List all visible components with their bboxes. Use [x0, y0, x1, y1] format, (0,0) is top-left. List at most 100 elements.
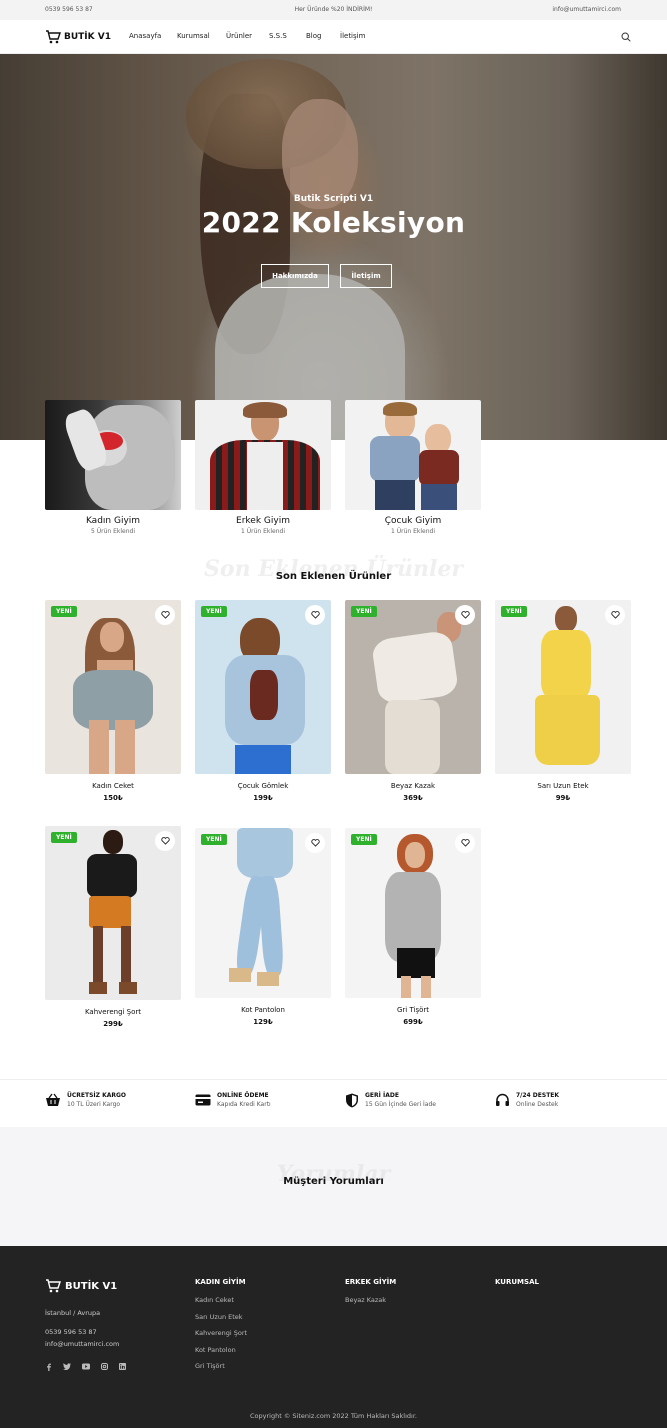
basket-icon: [46, 1093, 60, 1106]
product-name[interactable]: Çocuk Gömlek: [195, 782, 331, 790]
product-image: [45, 600, 181, 774]
search-icon[interactable]: [621, 32, 631, 42]
category-title: Erkek Giyim: [236, 516, 290, 526]
twitter-icon[interactable]: [63, 1363, 71, 1370]
headset-icon: [496, 1093, 509, 1106]
category-title: Kadın Giyim: [85, 516, 141, 526]
topbar-email[interactable]: info@umuttamirci.com: [552, 6, 621, 13]
footer-address: İstanbul / Avrupa: [45, 1309, 101, 1317]
new-badge: YENİ: [351, 606, 377, 617]
feature-title: ÜCRETSİZ KARGO: [67, 1092, 127, 1099]
product-name[interactable]: Kot Pantolon: [195, 1006, 331, 1014]
category-card-women[interactable]: Kadın Giyim 5 Ürün Eklendi: [45, 400, 181, 535]
shield-icon: [346, 1093, 358, 1107]
heart-icon: [460, 611, 470, 619]
cart-icon: [46, 30, 61, 44]
footer-link[interactable]: Kot Pantolon: [195, 1346, 247, 1354]
product-card[interactable]: YENİ Gri Tişört 699₺: [345, 828, 481, 1026]
heart-icon: [310, 839, 320, 847]
category-count: 5 Ürün Eklendi: [91, 528, 135, 535]
social-links: [45, 1363, 126, 1371]
category-count: 1 Ürün Eklendi: [391, 528, 435, 535]
hero-text: Butik Scripti V1 2022 Koleksiyon: [0, 194, 667, 239]
product-price: 369₺: [403, 794, 423, 802]
nav-products[interactable]: Ürünler: [226, 32, 269, 40]
category-card-kids[interactable]: Çocuk Giyim 1 Ürün Eklendi: [345, 400, 481, 535]
nav-corporate[interactable]: Kurumsal: [177, 32, 226, 40]
nav-contact[interactable]: İletişim: [340, 32, 365, 40]
feature-title: ONLİNE ÖDEME: [217, 1092, 269, 1099]
category-title: Çocuk Giyim: [384, 516, 442, 526]
heart-icon: [460, 839, 470, 847]
footer-email[interactable]: info@umuttamirci.com: [45, 1340, 119, 1348]
product-image: [45, 826, 181, 1000]
contact-button[interactable]: İletişim: [340, 264, 392, 288]
product-card[interactable]: YENİ Beyaz Kazak 369₺: [345, 600, 481, 802]
product-image: [495, 600, 631, 774]
category-count: 1 Ürün Eklendi: [241, 528, 285, 535]
footer-link[interactable]: Kahverengi Şort: [195, 1329, 247, 1337]
feature-item: 7/24 DESTEK Online Destek: [495, 1092, 559, 1108]
product-price: 150₺: [103, 794, 123, 802]
heart-icon: [610, 611, 620, 619]
product-card[interactable]: YENİ Çocuk Gömlek 199₺: [195, 600, 331, 802]
product-name[interactable]: Beyaz Kazak: [345, 782, 481, 790]
favorite-button[interactable]: [455, 605, 475, 625]
favorite-button[interactable]: [455, 833, 475, 853]
nav-home[interactable]: Anasayfa: [129, 32, 177, 40]
new-badge: YENİ: [351, 834, 377, 845]
product-card[interactable]: YENİ Kahverengi Şort 299₺: [45, 826, 181, 1028]
new-badge: YENİ: [501, 606, 527, 617]
feature-subtitle: Kapıda Kredi Kartı: [217, 1101, 271, 1108]
product-name[interactable]: Sarı Uzun Etek: [495, 782, 631, 790]
hero-overlay: [0, 54, 667, 440]
section-title: Müşteri Yorumları: [283, 1176, 384, 1187]
new-badge: YENİ: [51, 606, 77, 617]
youtube-icon[interactable]: [82, 1363, 90, 1370]
category-image-men: [195, 400, 331, 510]
footer-column-title: KADIN GİYİM: [195, 1278, 246, 1286]
about-button[interactable]: Hakkımızda: [261, 264, 329, 288]
nav-blog[interactable]: Blog: [306, 32, 340, 40]
copyright-text: Copyright © Siteniz.com 2022 Tüm Hakları…: [250, 1412, 417, 1420]
category-card-men[interactable]: Erkek Giyim 1 Ürün Eklendi: [195, 400, 331, 535]
favorite-button[interactable]: [305, 833, 325, 853]
product-name[interactable]: Kahverengi Şort: [45, 1008, 181, 1016]
product-card[interactable]: YENİ Sarı Uzun Etek 99₺: [495, 600, 631, 802]
linkedin-icon[interactable]: [119, 1363, 126, 1370]
product-card[interactable]: YENİ Kot Pantolon 129₺: [195, 828, 331, 1026]
favorite-button[interactable]: [605, 605, 625, 625]
facebook-icon[interactable]: [45, 1363, 52, 1371]
footer-phone[interactable]: 0539 596 53 87: [45, 1328, 97, 1336]
site-logo[interactable]: BUTİK V1: [45, 30, 111, 44]
new-badge: YENİ: [51, 832, 77, 843]
favorite-button[interactable]: [155, 605, 175, 625]
product-name[interactable]: Kadın Ceket: [45, 782, 181, 790]
footer-logo-text: BUTİK V1: [65, 1280, 118, 1292]
new-badge: YENİ: [201, 606, 227, 617]
footer-link[interactable]: Beyaz Kazak: [345, 1296, 396, 1304]
footer-link[interactable]: Sarı Uzun Etek: [195, 1313, 247, 1321]
favorite-button[interactable]: [155, 831, 175, 851]
hero-banner: Butik Scripti V1 2022 Koleksiyon Hakkımı…: [0, 54, 667, 440]
footer-link[interactable]: Kadın Ceket: [195, 1296, 247, 1304]
footer-logo[interactable]: BUTİK V1: [45, 1279, 117, 1293]
nav-faq[interactable]: S.S.S: [269, 32, 306, 40]
instagram-icon[interactable]: [101, 1363, 108, 1370]
top-bar: 0539 596 53 87 Her Üründe %20 İNDİRİM! i…: [0, 0, 667, 20]
cart-icon: [46, 1279, 61, 1293]
feature-subtitle: 10 TL Üzeri Kargo: [67, 1101, 121, 1108]
hero-title: 2022 Koleksiyon: [201, 206, 466, 239]
product-price: 99₺: [555, 794, 571, 802]
credit-card-icon: [195, 1094, 211, 1106]
product-card[interactable]: YENİ Kadın Ceket 150₺: [45, 600, 181, 802]
category-image-women: [45, 400, 181, 510]
hero-subtitle: Butik Scripti V1: [293, 194, 374, 204]
reviews-section: Yorumlar Müşteri Yorumları: [0, 1127, 667, 1246]
product-name[interactable]: Gri Tişört: [345, 1006, 481, 1014]
product-price: 699₺: [403, 1018, 423, 1026]
footer-link[interactable]: Gri Tişört: [195, 1362, 247, 1370]
heart-icon: [160, 611, 170, 619]
favorite-button[interactable]: [305, 605, 325, 625]
site-footer: BUTİK V1 İstanbul / Avrupa 0539 596 53 8…: [0, 1246, 667, 1428]
